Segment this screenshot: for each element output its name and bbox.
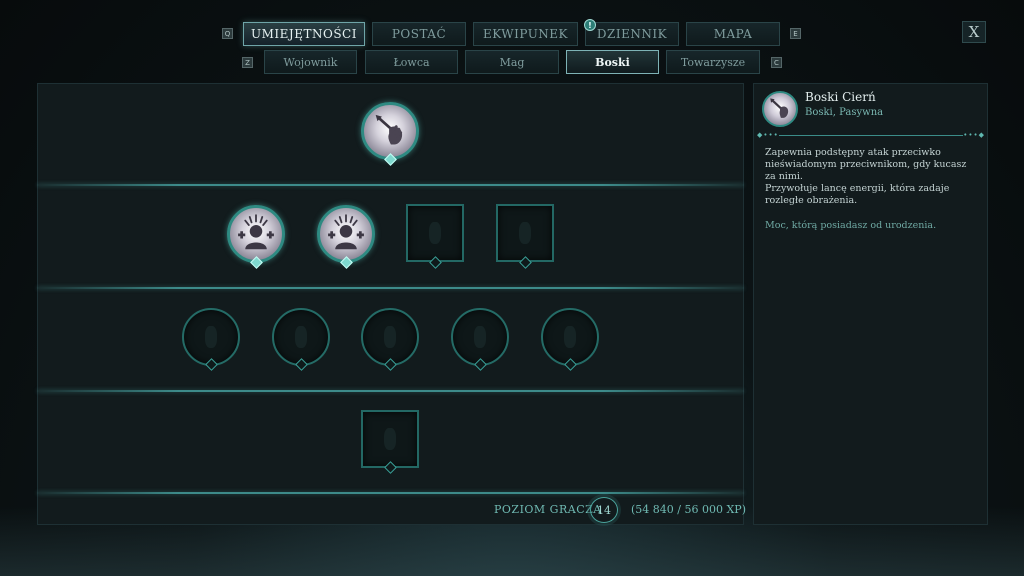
locked-skill-icon [519,222,531,244]
subtab-wojownik[interactable]: Wojownik [264,50,357,74]
close-button[interactable]: X [962,21,986,43]
locked-skill-icon [384,428,396,450]
prev-subtab-key[interactable]: Z [242,57,253,68]
journal-notification-badge: ! [584,19,596,31]
skill-node-tier2-3[interactable] [406,204,464,262]
detail-skill-icon [762,91,798,127]
detail-description-line: Przywołuje lancę energii, która zadaje r… [765,183,950,206]
locked-skill-icon [429,222,441,244]
tab-postac[interactable]: POSTAĆ [372,22,466,46]
skill-node-tier2-1[interactable] [227,205,285,263]
hand-spear-icon [375,114,403,145]
skill-node-tier2-2[interactable] [317,205,375,263]
locked-skill-icon [384,326,396,348]
skill-node-boski-ciern[interactable] [361,102,419,160]
tab-mapa[interactable]: MAPA [686,22,780,46]
player-level-badge: 14 [590,497,618,523]
tier-divider [37,287,744,289]
locked-skill-icon [474,326,486,348]
tab-umiejetnosci[interactable]: UMIEJĘTNOŚCI [243,22,365,46]
subtab-mag[interactable]: Mag [465,50,559,74]
prev-tab-key[interactable]: Q [222,28,233,39]
detail-flavor-text: Moc, którą posiadasz od urodzenia. [765,220,937,231]
subtab-lowca[interactable]: Łowca [365,50,458,74]
ornament-right: •••◆ [963,131,985,139]
locked-skill-icon [295,326,307,348]
hand-spear-icon [770,98,789,118]
subtab-boski[interactable]: Boski [566,50,659,74]
detail-description: Zapewnia podstępny atak przeciwko nieświ… [765,147,980,207]
tier-divider [37,492,744,494]
tier-divider [37,390,744,392]
tier-divider [37,184,744,186]
tab-dziennik[interactable]: DZIENNIK [585,22,679,46]
detail-subtitle: Boski, Pasywna [805,107,884,118]
skill-node-tier4-1[interactable] [361,410,419,468]
detail-divider: ◆••• •••◆ [757,131,985,139]
tab-ekwipunek[interactable]: EKWIPUNEK [473,22,578,46]
ornament-left: ◆••• [757,131,779,139]
skill-node-tier2-4[interactable] [496,204,554,262]
xp-progress-text: (54 840 / 56 000 XP) [631,503,746,516]
next-subtab-key[interactable]: C [771,57,782,68]
player-level-label: POZIOM GRACZA [494,503,602,516]
detail-title: Boski Cierń [805,90,876,104]
next-tab-key[interactable]: E [790,28,801,39]
subtab-towarzysze[interactable]: Towarzysze [666,50,760,74]
figure-plus-icon [238,214,274,250]
detail-description-line: Zapewnia podstępny atak przeciwko nieświ… [765,147,967,182]
locked-skill-icon [205,326,217,348]
locked-skill-icon [564,326,576,348]
figure-plus-icon [328,214,364,250]
